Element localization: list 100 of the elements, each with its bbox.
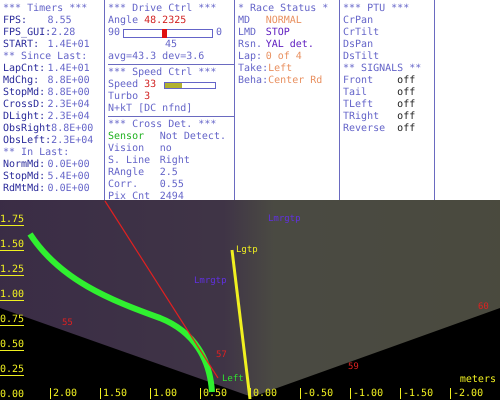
field-value: 2.3E+04 (48, 99, 90, 111)
axis-label: 0.00 (250, 388, 278, 399)
field-label: Angle (108, 15, 140, 27)
field-value: off (397, 123, 416, 135)
axis-label: 1.25 (0, 264, 24, 276)
field-label: Reverse (343, 123, 386, 135)
field-value: 2.3E+04 (48, 111, 90, 123)
slider-max-label: 0 (216, 27, 222, 39)
field-label: TLeft (343, 99, 374, 111)
axis-label: 1.00 (150, 388, 178, 399)
field-value: 1.4E+01 (48, 39, 90, 51)
marker-label: 60 (478, 302, 489, 312)
field-label: S. Line (108, 155, 152, 167)
field-value: STOP (266, 27, 290, 39)
field-label: Tail (343, 87, 368, 99)
field-label: TRight (343, 111, 380, 123)
field-value: NORMAL (266, 15, 302, 27)
field-label: FPS_GUI: (3, 27, 52, 39)
field-value: 0.0E+00 (48, 183, 90, 195)
field-label: StopMd: (3, 87, 46, 99)
field-value: no (160, 143, 172, 155)
field-label: CrossD: (3, 99, 46, 111)
axis-label: 0.75 (0, 314, 24, 326)
marker-label: Lmrgtp (268, 214, 301, 224)
field-label: MdChg: (3, 75, 40, 87)
field-label: START: (3, 39, 40, 51)
field-label: Corr. (108, 179, 140, 191)
field-value: 48.2325 (144, 15, 186, 27)
field-value: Not Detect. (160, 131, 226, 143)
field-value: 3 (144, 91, 150, 103)
axis-label: -1.00 (350, 388, 384, 399)
field-label: MD (238, 15, 252, 27)
marker-label: Lmrgtp (194, 276, 227, 286)
section-heading: * Race Status * (238, 3, 330, 15)
axis-label: 2.00 (50, 388, 78, 399)
field-value: Right (160, 155, 190, 167)
axis-label: 0.00 (0, 389, 24, 400)
field-label: Turbo (108, 91, 140, 103)
field-value: Left (268, 63, 292, 75)
marker-label: Left (222, 374, 244, 384)
angle-slider[interactable] (123, 28, 214, 38)
marker-label: 59 (348, 362, 359, 372)
field-label: Take: (238, 63, 268, 75)
field-value: 1.4E+01 (48, 63, 90, 75)
axis-label: 1.75 (0, 214, 24, 226)
section-heading: ** SIGNALS ** (343, 63, 422, 75)
slider-thumb[interactable] (162, 28, 167, 38)
status-text: avg=43.3 dev=3.6 (108, 51, 206, 63)
section-heading: ** Since Last: (3, 51, 88, 63)
field-label: ObsRight (3, 123, 52, 135)
field-value: Center Rd (268, 75, 322, 87)
field-value: off (397, 87, 416, 99)
axis-label: -2.00 (450, 388, 484, 399)
marker-label: 57 (216, 350, 227, 360)
field-value: 0.55 (160, 179, 184, 191)
axis-label: 0.50 (200, 388, 228, 399)
field-label: Beha: (238, 75, 268, 87)
field-label: Sensor (108, 131, 146, 143)
field-label: StopMd: (3, 171, 46, 183)
section-heading: ** In Last: (3, 147, 70, 159)
field-value: 8.8E+00 (48, 87, 90, 99)
axis-label: 0.25 (0, 364, 24, 376)
field-value: 2.28 (51, 27, 76, 39)
field-value: off (397, 99, 416, 111)
field-label: CrTilt (343, 27, 380, 39)
section-heading: *** Drive Ctrl *** (108, 3, 218, 15)
field-label: DsTilt (343, 51, 380, 63)
axis-label: 1.00 (0, 289, 24, 301)
section-heading: *** Timers *** (3, 3, 88, 15)
field-label: Lap: (238, 51, 264, 63)
slider-mid-label: 45 (164, 39, 178, 50)
field-label: Pix Cnt (108, 191, 152, 203)
axis-label: 1.50 (100, 388, 128, 399)
field-value: 8.8E+00 (51, 123, 94, 135)
field-value: 0 of 4 (266, 51, 302, 63)
field-label: Rsn. (238, 39, 264, 51)
axis-label: 0.50 (0, 339, 24, 351)
field-value: 2.3E+04 (51, 135, 94, 147)
field-value: 5.4E+00 (48, 171, 90, 183)
axis-label: 1.50 (0, 239, 24, 251)
field-value: 8.55 (48, 15, 72, 27)
axis-label: -0.50 (300, 388, 334, 399)
slider-min-label: 90 (108, 27, 120, 39)
field-value: off (397, 111, 416, 123)
section-heading: *** Speed Ctrl *** (108, 67, 218, 79)
field-value: off (397, 75, 416, 87)
field-value: 2.5 (160, 167, 178, 179)
field-label: RAngle (108, 167, 146, 179)
section-heading: *** PTU *** (343, 3, 410, 15)
field-label: RdMtMd: (3, 183, 46, 195)
field-label: ObsLeft: (3, 135, 52, 147)
field-label: DsPan (343, 39, 374, 51)
field-label: LapCnt: (3, 63, 46, 75)
field-label: CrPan (343, 15, 374, 27)
field-label: Front (343, 75, 374, 87)
section-heading: *** Cross Det. *** (108, 119, 218, 131)
field-label: DLight: (3, 111, 46, 123)
field-value: 8.8E+00 (48, 75, 90, 87)
axis-label: -1.50 (400, 388, 434, 399)
field-label: FPS: (3, 15, 28, 27)
